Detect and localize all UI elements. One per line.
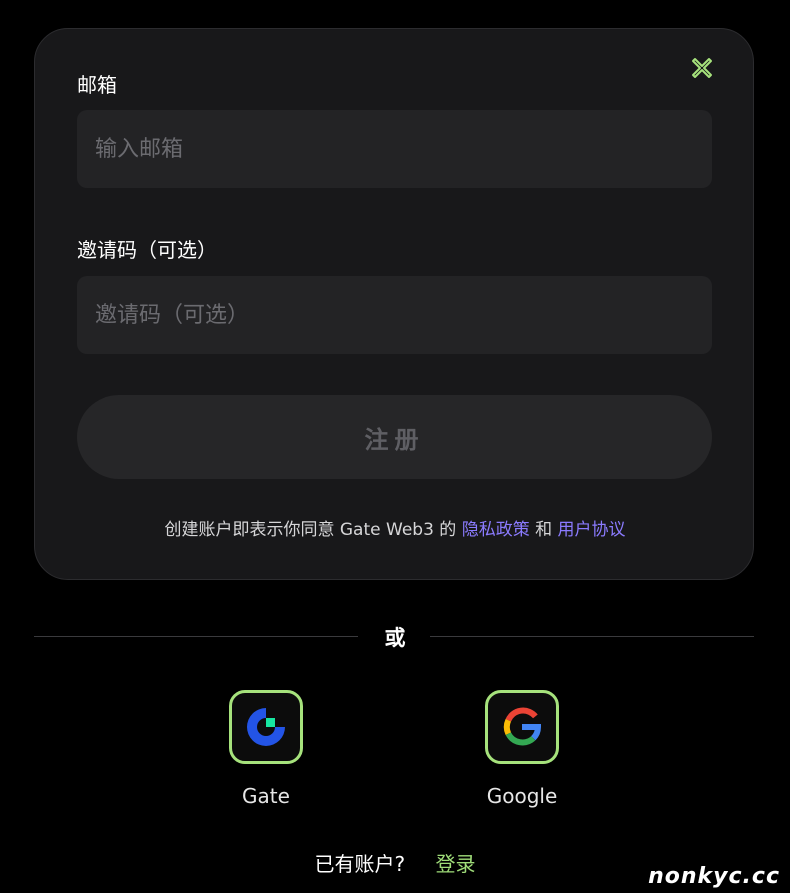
divider-left [34,636,358,637]
register-button[interactable]: 注册 [77,395,712,479]
close-button[interactable] [687,53,717,83]
have-account-text: 已有账户? [314,852,406,876]
invite-code-input[interactable] [77,276,712,354]
user-agreement-link[interactable]: 用户协议 [558,520,626,540]
gate-login-button[interactable] [229,690,303,764]
google-login-button[interactable] [485,690,559,764]
google-label: Google [486,784,558,808]
gate-label: Gate [242,784,290,808]
or-label: 或 [384,626,406,650]
email-label: 邮箱 [77,73,117,97]
close-icon [692,58,712,78]
signup-card: 邮箱 邀请码（可选） 注册 创建账户即表示你同意 Gate Web3 的 隐私政… [34,28,754,580]
divider-right [430,636,754,637]
invite-code-label: 邀请码（可选） [77,238,217,262]
gate-logo-icon [247,708,285,746]
watermark: nonkyc.cc [648,864,780,889]
terms-prefix: 创建账户即表示你同意 Gate Web3 的 [164,520,457,540]
terms-and: 和 [535,520,553,540]
google-logo-icon [503,707,542,746]
email-input[interactable] [77,110,712,188]
privacy-policy-link[interactable]: 隐私政策 [462,520,530,540]
register-button-label: 注册 [364,425,425,454]
terms-text: 创建账户即表示你同意 Gate Web3 的 隐私政策 和 用户协议 [35,515,755,540]
login-link[interactable]: 登录 [435,852,475,876]
